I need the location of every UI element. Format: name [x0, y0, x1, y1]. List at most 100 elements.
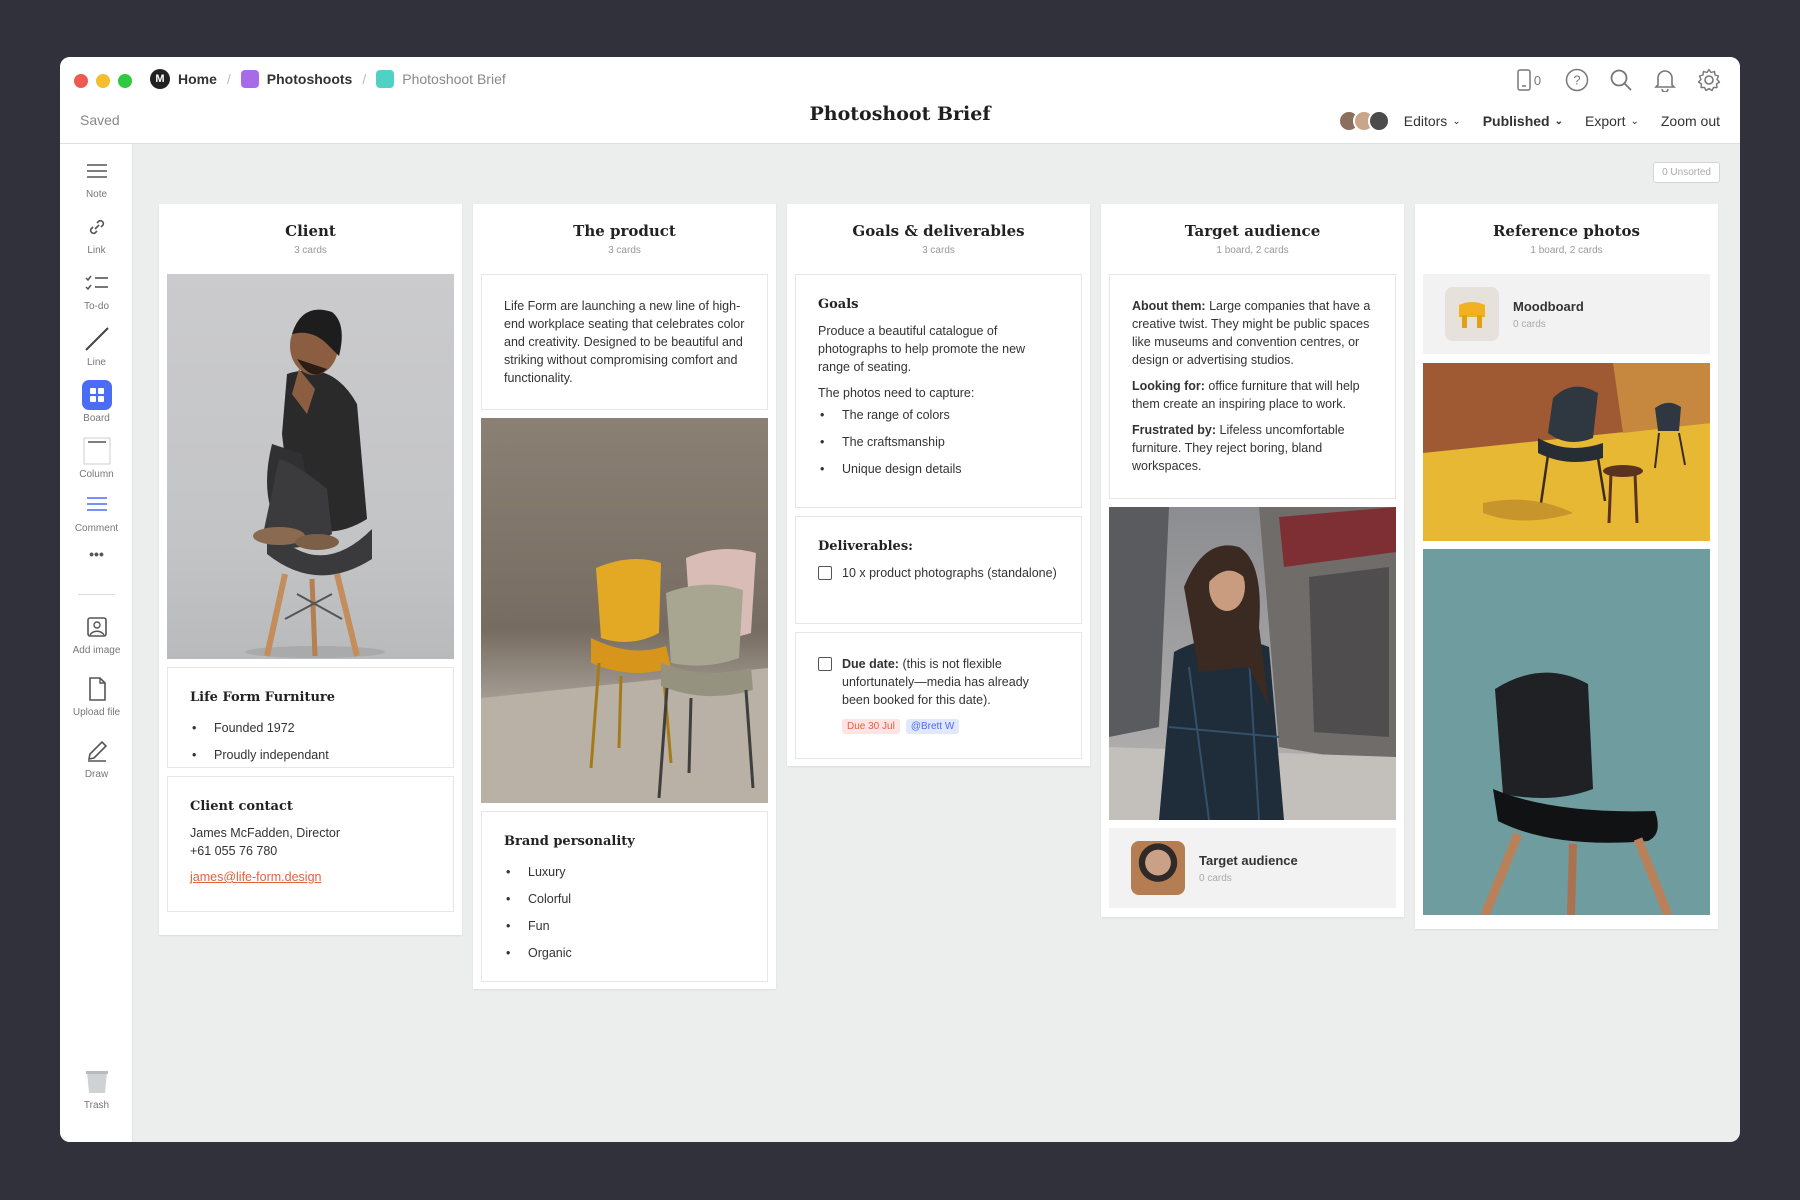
- zoom-out-label: Zoom out: [1660, 113, 1720, 129]
- breadcrumb-separator: /: [226, 71, 231, 87]
- zoom-out-button[interactable]: Zoom out: [1661, 113, 1720, 129]
- tool-label: Comment: [74, 523, 119, 534]
- woman-in-street-image: [1109, 507, 1396, 820]
- settings-button[interactable]: [1696, 67, 1722, 93]
- board-thumbnail: [1131, 841, 1185, 895]
- contact-email-link[interactable]: james@life-form.design: [190, 870, 321, 884]
- product-description-card[interactable]: Life Form are launching a new line of hi…: [481, 274, 768, 410]
- breadcrumb-photoshoots[interactable]: Photoshoots: [240, 70, 352, 88]
- tool-todo[interactable]: To-do: [60, 268, 133, 312]
- reference-photo-1[interactable]: [1423, 363, 1710, 541]
- tool-note[interactable]: Note: [60, 156, 133, 200]
- column-header: Target audience 1 board, 2 cards: [1101, 204, 1404, 274]
- gear-icon: [1697, 68, 1721, 92]
- column-title[interactable]: Reference photos: [1415, 222, 1718, 240]
- breadcrumb-separator: /: [362, 71, 367, 87]
- tool-add-image[interactable]: Add image: [60, 612, 133, 656]
- column-product[interactable]: The product 3 cards Life Form are launch…: [473, 204, 776, 989]
- tool-column[interactable]: Column: [60, 436, 133, 480]
- breadcrumb-photoshoot-brief[interactable]: Photoshoot Brief: [376, 70, 506, 88]
- tool-label: Note: [85, 189, 108, 200]
- maximize-window-button[interactable]: [118, 74, 132, 88]
- moodboard-board[interactable]: Moodboard 0 cards: [1423, 274, 1710, 354]
- column-title[interactable]: The product: [473, 222, 776, 240]
- column-title[interactable]: Goals & deliverables: [787, 222, 1090, 240]
- tool-trash[interactable]: Trash: [60, 1067, 133, 1111]
- help-icon: ?: [1565, 68, 1589, 92]
- mobile-device-button[interactable]: 0: [1512, 67, 1546, 93]
- notifications-button[interactable]: [1652, 67, 1678, 93]
- top-icons: 0 ?: [1512, 67, 1722, 93]
- tool-line[interactable]: Line: [60, 324, 133, 368]
- contact-phone: +61 055 76 780: [190, 844, 278, 858]
- more-tools-button[interactable]: •••: [60, 546, 133, 562]
- tool-draw[interactable]: Draw: [60, 736, 133, 780]
- published-dropdown[interactable]: Published ⌄: [1483, 113, 1563, 129]
- company-card[interactable]: Life Form Furniture Founded 1972 Proudly…: [167, 667, 454, 769]
- tool-label: Trash: [83, 1100, 110, 1111]
- editors-label: Editors: [1403, 113, 1448, 129]
- tool-link[interactable]: Link: [60, 212, 133, 256]
- goals-text: Produce a beautiful catalogue of photogr…: [818, 324, 1026, 374]
- deliverables-card[interactable]: Deliverables: 10 x product photographs (…: [795, 516, 1082, 624]
- minimize-window-button[interactable]: [96, 74, 110, 88]
- product-photo[interactable]: [481, 418, 768, 803]
- yellow-chair-thumbnail: [1459, 302, 1485, 328]
- client-photo[interactable]: [167, 274, 454, 659]
- column-title[interactable]: Target audience: [1101, 222, 1404, 240]
- todo-checkbox[interactable]: [818, 657, 832, 671]
- search-button[interactable]: [1608, 67, 1634, 93]
- tool-upload-file[interactable]: Upload file: [60, 674, 133, 718]
- bell-icon: [1654, 70, 1676, 92]
- tool-board[interactable]: Board: [60, 380, 133, 424]
- tool-label: Upload file: [72, 707, 121, 718]
- column-client[interactable]: Client 3 cards Life Form Furniture • Fou…: [159, 204, 462, 935]
- board-card-count: 0 cards: [1513, 318, 1546, 330]
- editor-avatars[interactable]: [1337, 110, 1390, 132]
- client-contact-card[interactable]: Client contact James McFadden, Director …: [167, 776, 454, 912]
- mention-tag[interactable]: @Brett W: [905, 719, 960, 734]
- column-card-count: 1 board, 2 cards: [1216, 245, 1289, 256]
- card-title: Life Form Furniture: [190, 690, 336, 705]
- breadcrumb-home[interactable]: M Home: [150, 69, 217, 89]
- tool-label: Add image: [72, 645, 121, 656]
- close-window-button[interactable]: [74, 74, 88, 88]
- link-icon: [82, 212, 112, 242]
- tool-comment[interactable]: Comment: [60, 490, 133, 534]
- help-button[interactable]: ?: [1564, 67, 1590, 93]
- column-card-count: 3 cards: [608, 245, 641, 256]
- column-title[interactable]: Client: [159, 222, 462, 240]
- unsorted-button[interactable]: 0 Unsorted: [1653, 162, 1720, 183]
- due-date-card[interactable]: Due date: (this is not flexible unfortun…: [795, 632, 1082, 759]
- brand-personality-card[interactable]: Brand personality Luxury Colorful Fun Or…: [481, 811, 768, 982]
- upload-file-icon: [82, 674, 112, 704]
- list-item: Fun: [504, 913, 745, 940]
- todo-checkbox[interactable]: [818, 566, 832, 580]
- audience-description-card[interactable]: About them: Large companies that have a …: [1109, 274, 1396, 499]
- top-bar: M Home / Photoshoots / Photoshoot Brief …: [60, 57, 1740, 144]
- about-label: About them:: [1132, 299, 1206, 313]
- column-header: The product 3 cards: [473, 204, 776, 274]
- column-reference-photos[interactable]: Reference photos 1 board, 2 cards Moodbo…: [1415, 204, 1718, 929]
- looking-for: Looking for: office furniture that will …: [1132, 377, 1373, 413]
- product-description: Life Form are launching a new line of hi…: [504, 299, 745, 385]
- column-target-audience[interactable]: Target audience 1 board, 2 cards About t…: [1101, 204, 1404, 917]
- editors-dropdown[interactable]: Editors ⌄: [1404, 113, 1461, 129]
- sidebar-divider: [78, 594, 115, 595]
- column-goals[interactable]: Goals & deliverables 3 cards Goals Produ…: [787, 204, 1090, 766]
- export-dropdown[interactable]: Export ⌄: [1585, 113, 1639, 129]
- deliverable-todo: 10 x product photographs (standalone): [818, 564, 1059, 582]
- chevron-down-icon: ⌄: [1630, 115, 1639, 127]
- list-item: Colorful: [504, 886, 745, 913]
- note-icon: [82, 156, 112, 186]
- trash-icon: [82, 1067, 112, 1097]
- goals-card[interactable]: Goals Produce a beautiful catalogue of p…: [795, 274, 1082, 508]
- reference-photo-2[interactable]: [1423, 549, 1710, 915]
- column-header: Reference photos 1 board, 2 cards: [1415, 204, 1718, 274]
- audience-photo[interactable]: [1109, 507, 1396, 820]
- due-date-tag[interactable]: Due 30 Jul: [842, 719, 900, 734]
- target-audience-board[interactable]: Target audience 0 cards: [1109, 828, 1396, 908]
- looking-label: Looking for:: [1132, 379, 1205, 393]
- column-icon: [82, 436, 112, 466]
- comment-icon: [82, 490, 112, 520]
